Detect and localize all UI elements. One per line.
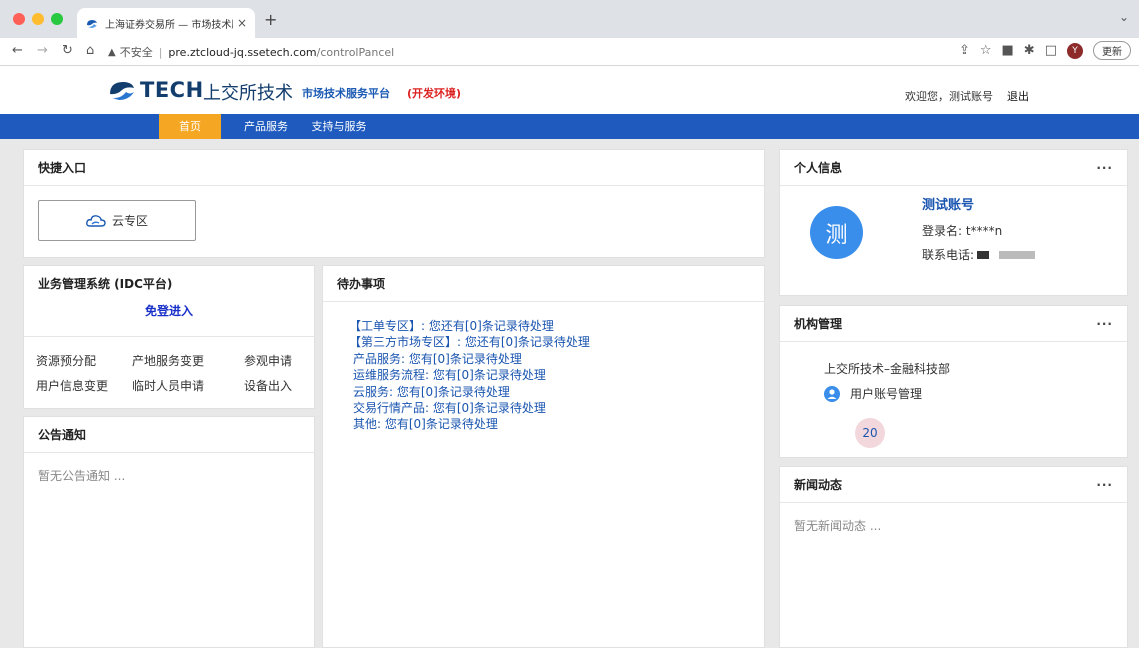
panel-title: 机构管理 <box>794 317 843 331</box>
site-header: TECH 上交所技术 市场技术服务平台 (开发环境) 欢迎您，测试账号 退出 <box>0 66 1139 114</box>
todo-item[interactable]: 运维服务流程: 您有[0]条记录待处理 <box>349 367 764 383</box>
user-name[interactable]: 测试账号 <box>922 194 974 213</box>
reload-icon[interactable]: ↻ <box>62 43 73 58</box>
tab-title: 上海证券交易所 — 市场技术服 <box>105 19 233 31</box>
puzzle-extensions-icon[interactable]: ✱ <box>1024 43 1035 58</box>
update-button[interactable]: 更新 <box>1093 41 1131 60</box>
org-name: 上交所技术–金融科技部 <box>824 362 951 376</box>
url-separator: | <box>158 45 163 59</box>
main-nav: 首页 产品服务 支持与服务 <box>0 114 1139 139</box>
idc-link[interactable]: 产地服务变更 <box>132 352 244 369</box>
browser-toolbar: ← → ↻ ⌂ ▲ 不安全 | pre.ztcloud-jq.ssetech.c… <box>0 38 1139 66</box>
browser-tabbar: 上海证券交易所 — 市场技术服 × + ⌄ <box>0 0 1139 38</box>
tab-search-chevron-icon[interactable]: ⌄ <box>1119 10 1129 24</box>
sidebar-panel-icon[interactable]: □ <box>1045 43 1057 58</box>
share-icon[interactable]: ⇪ <box>959 43 970 58</box>
maximize-window-button[interactable] <box>51 13 63 25</box>
nav-support[interactable]: 支持与服务 <box>310 114 368 139</box>
panel-title: 新闻动态 <box>794 478 843 492</box>
new-tab-button[interactable]: + <box>264 10 277 29</box>
profile-panel: 个人信息 ··· 测 测试账号 登录名: t****n 联系电话: <box>779 149 1128 296</box>
extension-icon[interactable]: ■ <box>1002 43 1014 58</box>
todo-item[interactable]: 云服务: 您有[0]条记录待处理 <box>349 384 764 400</box>
idc-link[interactable]: 参观申请 <box>244 352 304 369</box>
idc-link[interactable]: 临时人员申请 <box>132 377 244 394</box>
more-icon[interactable]: ··· <box>1096 161 1113 175</box>
todo-item[interactable]: 产品服务: 您有[0]条记录待处理 <box>349 351 764 367</box>
forward-arrow-icon[interactable]: → <box>37 43 48 58</box>
panel-title: 待办事项 <box>337 277 386 291</box>
toolbar-icons: ⇪ ☆ ■ ✱ □ Y 更新 <box>959 41 1131 60</box>
idc-link[interactable]: 设备出入 <box>244 377 304 394</box>
welcome-text: 欢迎您，测试账号 <box>905 90 993 103</box>
environment-label: (开发环境) <box>407 87 462 100</box>
todo-item[interactable]: 【工单专区】: 您还有[0]条记录待处理 <box>349 318 764 334</box>
notice-empty: 暂无公告通知 ... <box>38 469 126 483</box>
redacted-phone <box>999 250 1036 259</box>
panel-title: 个人信息 <box>794 161 843 175</box>
home-icon[interactable]: ⌂ <box>86 43 94 58</box>
close-window-button[interactable] <box>13 13 25 25</box>
cloud-zone-button[interactable]: 云专区 <box>38 200 196 241</box>
user-icon <box>824 385 840 402</box>
idc-link[interactable]: 资源预分配 <box>36 352 132 369</box>
panel-title: 业务管理系统 (IDC平台) <box>38 276 173 291</box>
todo-item[interactable]: 其他: 您有[0]条记录待处理 <box>349 416 764 432</box>
idc-link[interactable]: 用户信息变更 <box>36 377 132 394</box>
quick-entry-panel: 快捷入口 云专区 <box>23 149 765 258</box>
nav-products[interactable]: 产品服务 <box>240 114 292 139</box>
org-panel: 机构管理 ··· 上交所技术–金融科技部 用户账号管理 20 <box>779 305 1128 458</box>
bookmark-star-icon[interactable]: ☆ <box>980 43 992 58</box>
todo-panel: 待办事项 【工单专区】: 您还有[0]条记录待处理 【第三方市场专区】: 您还有… <box>322 265 765 648</box>
account-management-label: 用户账号管理 <box>850 387 923 401</box>
cloud-zone-label: 云专区 <box>111 214 148 228</box>
account-management-link[interactable]: 用户账号管理 <box>824 385 922 402</box>
user-login: 登录名: t****n <box>922 224 1003 238</box>
panel-title: 公告通知 <box>38 428 87 442</box>
free-login-link[interactable]: 免登进入 <box>24 302 314 319</box>
news-panel: 新闻动态 ··· 暂无新闻动态 ... <box>779 466 1128 648</box>
count-badge: 20 <box>855 418 885 448</box>
phone-label: 联系电话: <box>922 248 975 262</box>
nav-home[interactable]: 首页 <box>159 114 221 139</box>
news-empty: 暂无新闻动态 ... <box>794 519 882 533</box>
panel-title: 快捷入口 <box>38 161 87 175</box>
user-phone: 联系电话: <box>922 246 1036 263</box>
platform-name: 市场技术服务平台 <box>302 87 390 100</box>
warning-triangle-icon: ▲ <box>108 46 116 58</box>
notice-panel: 公告通知 暂无公告通知 ... <box>23 416 315 648</box>
todo-list: 【工单专区】: 您还有[0]条记录待处理 【第三方市场专区】: 您还有[0]条记… <box>323 302 764 433</box>
tab-close-icon[interactable]: × <box>237 16 247 30</box>
divider <box>24 336 314 337</box>
logo-tech-text: TECH <box>140 78 204 102</box>
browser-tab[interactable]: 上海证券交易所 — 市场技术服 × <box>77 8 255 38</box>
site-favicon-icon <box>87 20 97 28</box>
back-arrow-icon[interactable]: ← <box>12 43 23 58</box>
todo-item[interactable]: 交易行情产品: 您有[0]条记录待处理 <box>349 400 764 416</box>
address-bar[interactable]: ▲ 不安全 | pre.ztcloud-jq.ssetech.com /cont… <box>108 41 928 63</box>
idc-links: 资源预分配 产地服务变更 参观申请 用户信息变更 临时人员申请 设备出入 <box>36 352 296 394</box>
logo-cn-text: 上交所技术 <box>203 83 293 104</box>
sse-logo-icon <box>110 82 134 100</box>
cloud-icon <box>86 214 106 227</box>
redacted-phone <box>977 250 990 259</box>
insecure-label: 不安全 <box>119 46 153 59</box>
more-icon[interactable]: ··· <box>1096 317 1113 331</box>
todo-item[interactable]: 【第三方市场专区】: 您还有[0]条记录待处理 <box>349 334 764 350</box>
minimize-window-button[interactable] <box>32 13 44 25</box>
user-avatar: 测 <box>810 206 863 259</box>
logout-link[interactable]: 退出 <box>1007 88 1029 104</box>
url-path: /controlPancel <box>316 45 395 59</box>
profile-avatar[interactable]: Y <box>1067 42 1083 59</box>
more-icon[interactable]: ··· <box>1096 478 1113 492</box>
url-host: pre.ztcloud-jq.ssetech.com <box>168 45 317 59</box>
idc-panel: 业务管理系统 (IDC平台) 免登进入 资源预分配 产地服务变更 参观申请 用户… <box>23 265 315 409</box>
